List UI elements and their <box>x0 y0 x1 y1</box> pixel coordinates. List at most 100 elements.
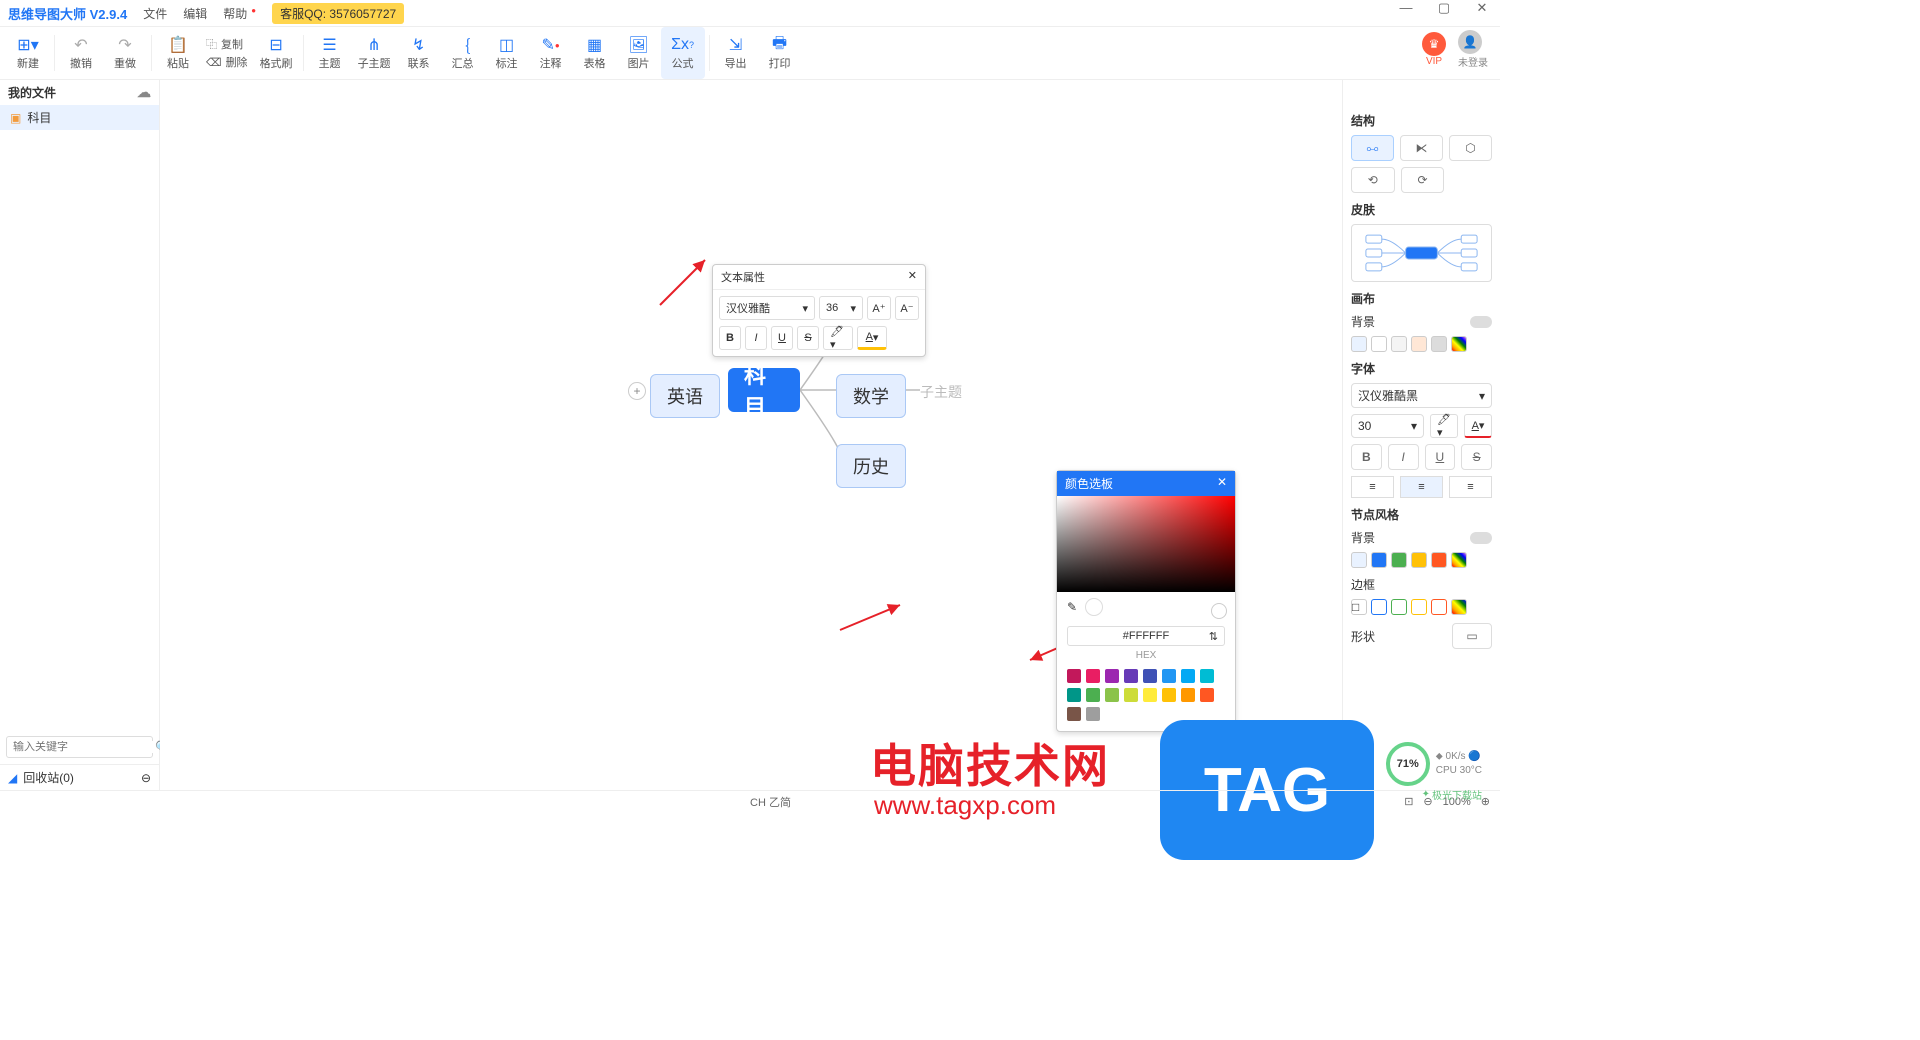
node-swatch[interactable] <box>1411 552 1427 568</box>
underline-button[interactable]: U <box>771 326 793 350</box>
menu-edit[interactable]: 编辑 <box>183 5 207 22</box>
kefu-badge[interactable]: 客服QQ: 3576057727 <box>272 3 404 24</box>
summary-button[interactable]: ｛汇总 <box>441 27 485 79</box>
struct-1[interactable]: ⧟ <box>1351 135 1394 161</box>
size-dec-button[interactable]: A⁻ <box>895 296 919 320</box>
hex-input[interactable]: #FFFFFF⇅ <box>1067 626 1225 646</box>
file-item[interactable]: ▣ 科目 <box>0 105 159 130</box>
text-color-button[interactable]: A▾ <box>857 326 887 350</box>
label-button[interactable]: ◫标注 <box>485 27 529 79</box>
rp-highlight-button[interactable]: 🖊▾ <box>1430 414 1458 438</box>
size-inc-button[interactable]: A⁺ <box>867 296 891 320</box>
rp-strike[interactable]: S <box>1461 444 1492 470</box>
node-swatch[interactable] <box>1451 552 1467 568</box>
align-center[interactable]: ≡ <box>1400 476 1443 498</box>
align-left[interactable]: ≡ <box>1351 476 1394 498</box>
struct-3[interactable]: ⬡ <box>1449 135 1492 161</box>
recycle-bin[interactable]: ◢回收站(0) ⊖ <box>0 764 159 790</box>
search-input[interactable]: 🔍 <box>6 736 153 758</box>
copy-button[interactable]: ⿻复制 <box>206 36 248 52</box>
node-swatch[interactable] <box>1391 552 1407 568</box>
undo-button[interactable]: ↶撤销 <box>59 27 103 79</box>
font-family-select[interactable]: 汉仪雅酷黑▾ <box>1351 383 1492 408</box>
border-sw[interactable]: □ <box>1351 599 1367 615</box>
struct-2[interactable]: ⧔ <box>1400 135 1443 161</box>
bg-toggle[interactable] <box>1470 316 1492 328</box>
color-gradient[interactable] <box>1057 496 1235 592</box>
popup-close-icon[interactable]: ✕ <box>908 269 917 285</box>
struct-4[interactable]: ⟲ <box>1351 167 1395 193</box>
font-size-select[interactable]: 30▾ <box>1351 414 1424 438</box>
relation-button[interactable]: ↯联系 <box>397 27 441 79</box>
rp-underline[interactable]: U <box>1425 444 1456 470</box>
border-sw[interactable] <box>1411 599 1427 615</box>
close-button[interactable]: ✕ <box>1470 0 1494 16</box>
node-shuxue[interactable]: 数学 <box>836 374 906 418</box>
print-button[interactable]: 🖶打印 <box>758 27 802 79</box>
redo-button[interactable]: ↷重做 <box>103 27 147 79</box>
ghost-subtopic[interactable]: 子主题 <box>920 382 962 402</box>
node-lishi[interactable]: 历史 <box>836 444 906 488</box>
menu-file[interactable]: 文件 <box>143 5 167 22</box>
paste-button[interactable]: 📋粘贴 <box>156 27 200 79</box>
topic-button[interactable]: ☰主题 <box>308 27 352 79</box>
new-button[interactable]: ⊞▾新建 <box>6 27 50 79</box>
format-button[interactable]: ⊟格式刷 <box>254 27 299 79</box>
minimize-button[interactable]: — <box>1394 0 1418 16</box>
shape-select[interactable]: ▭ <box>1452 623 1492 649</box>
node-yingyu[interactable]: 英语 <box>650 374 720 418</box>
preset-swatch[interactable] <box>1067 669 1081 683</box>
bold-button[interactable]: B <box>719 326 741 350</box>
vip-icon[interactable]: ♛ <box>1422 32 1446 56</box>
maximize-button[interactable]: ▢ <box>1432 0 1456 16</box>
preset-swatch[interactable] <box>1124 688 1138 702</box>
menu-help[interactable]: 帮助 <box>223 5 247 22</box>
comment-button[interactable]: ✎●注释 <box>529 27 573 79</box>
search-field[interactable] <box>13 741 155 753</box>
bg-swatch[interactable] <box>1391 336 1407 352</box>
size-select[interactable]: 36▾ <box>819 296 863 320</box>
preset-swatch[interactable] <box>1143 669 1157 683</box>
font-select[interactable]: 汉仪雅酷▾ <box>719 296 815 320</box>
preset-swatch[interactable] <box>1181 669 1195 683</box>
preset-swatch[interactable] <box>1143 688 1157 702</box>
italic-button[interactable]: I <box>745 326 767 350</box>
nodebg-toggle[interactable] <box>1470 532 1492 544</box>
bg-swatch[interactable] <box>1431 336 1447 352</box>
node-swatch[interactable] <box>1371 552 1387 568</box>
zoom-in-button[interactable]: ⊕ <box>1481 795 1490 808</box>
node-swatch[interactable] <box>1351 552 1367 568</box>
table-button[interactable]: ▦表格 <box>573 27 617 79</box>
color-picker-close-icon[interactable]: ✕ <box>1217 475 1227 492</box>
border-sw[interactable] <box>1431 599 1447 615</box>
border-sw[interactable] <box>1391 599 1407 615</box>
add-left-button[interactable]: + <box>628 382 646 400</box>
skin-preview[interactable] <box>1351 224 1492 282</box>
align-right[interactable]: ≡ <box>1449 476 1492 498</box>
preset-swatch[interactable] <box>1105 688 1119 702</box>
struct-5[interactable]: ⟳ <box>1401 167 1445 193</box>
bg-swatch[interactable] <box>1451 336 1467 352</box>
preset-swatch[interactable] <box>1124 669 1138 683</box>
fit-icon[interactable]: ⊡ <box>1404 795 1413 808</box>
preset-swatch[interactable] <box>1200 688 1214 702</box>
preset-swatch[interactable] <box>1162 688 1176 702</box>
account-icon[interactable]: 👤 <box>1458 30 1482 54</box>
strike-button[interactable]: S <box>797 326 819 350</box>
subtopic-button[interactable]: ⋔子主题 <box>352 27 397 79</box>
preset-swatch[interactable] <box>1086 707 1100 721</box>
border-sw[interactable] <box>1451 599 1467 615</box>
cloud-sync-icon[interactable]: ☁ <box>137 84 151 101</box>
export-button[interactable]: ⇲导出 <box>714 27 758 79</box>
node-swatch[interactable] <box>1431 552 1447 568</box>
rp-textcolor-button[interactable]: A▾ <box>1464 414 1492 438</box>
root-node[interactable]: 科目 <box>728 368 800 412</box>
preset-swatch[interactable] <box>1067 688 1081 702</box>
preset-swatch[interactable] <box>1200 669 1214 683</box>
border-sw[interactable] <box>1371 599 1387 615</box>
delete-button[interactable]: ⌫删除 <box>206 54 248 70</box>
preset-swatch[interactable] <box>1181 688 1195 702</box>
bg-swatch[interactable] <box>1371 336 1387 352</box>
eyedropper-icon[interactable]: ✎ <box>1067 600 1077 614</box>
rp-italic[interactable]: I <box>1388 444 1419 470</box>
